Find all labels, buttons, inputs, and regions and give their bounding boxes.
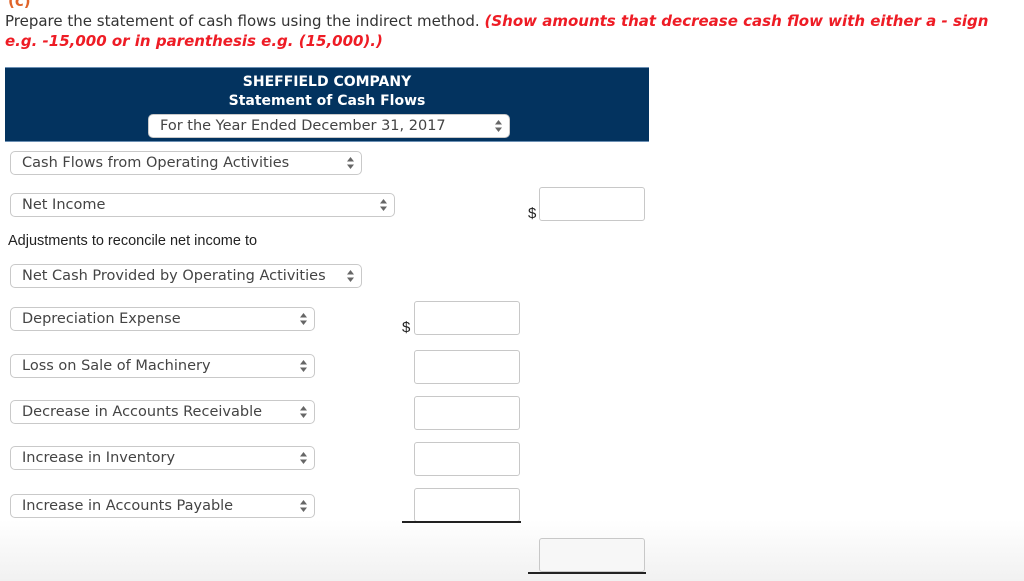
adjustments-select[interactable]: Net Cash Provided by Operating Activitie… xyxy=(10,264,362,288)
net-income-select[interactable]: Net Income xyxy=(10,193,395,217)
adjustment-input-depreciation[interactable] xyxy=(414,301,520,335)
adjustment-select-accounts-payable[interactable]: Increase in Accounts Payable xyxy=(10,494,315,518)
adjustments-label: Adjustments to reconcile net income to xyxy=(8,233,258,249)
net-income-input[interactable] xyxy=(539,187,645,221)
updown-arrows-icon xyxy=(300,451,307,465)
instructions: Prepare the statement of cash flows usin… xyxy=(5,11,1020,51)
section-select-value: Cash Flows from Operating Activities xyxy=(22,155,290,171)
statement-title: Statement of Cash Flows xyxy=(228,93,426,109)
adjustment-select-value: Increase in Inventory xyxy=(22,450,176,466)
section-select[interactable]: Cash Flows from Operating Activities xyxy=(10,151,362,175)
adjustment-select-value: Depreciation Expense xyxy=(22,311,181,327)
total-underline xyxy=(528,572,646,574)
adjustment-select-depreciation[interactable]: Depreciation Expense xyxy=(10,307,315,331)
period-select[interactable]: For the Year Ended December 31, 2017 xyxy=(148,114,510,138)
updown-arrows-icon xyxy=(495,119,502,133)
updown-arrows-icon xyxy=(300,359,307,373)
adjustment-input-accounts-receivable[interactable] xyxy=(414,396,520,430)
net-income-currency: $ xyxy=(528,205,537,222)
company-name: SHEFFIELD COMPANY xyxy=(242,74,412,90)
adjustment-select-value: Increase in Accounts Payable xyxy=(22,498,234,514)
updown-arrows-icon xyxy=(300,499,307,513)
net-income-select-value: Net Income xyxy=(22,197,106,213)
adjustment-select-value: Loss on Sale of Machinery xyxy=(22,358,211,374)
adjustment-input-loss-on-sale[interactable] xyxy=(414,350,520,384)
adjustment-select-accounts-receivable[interactable]: Decrease in Accounts Receivable xyxy=(10,400,315,424)
updown-arrows-icon xyxy=(300,405,307,419)
adjustment-currency: $ xyxy=(402,319,411,336)
instruction-text: Prepare the statement of cash flows usin… xyxy=(5,12,480,30)
updown-arrows-icon xyxy=(347,156,354,170)
updown-arrows-icon xyxy=(380,198,387,212)
clipped-part-label: (c) xyxy=(8,0,31,10)
subtotal-underline xyxy=(402,521,521,523)
adjustments-select-value: Net Cash Provided by Operating Activitie… xyxy=(22,268,326,284)
adjustment-select-loss-on-sale[interactable]: Loss on Sale of Machinery xyxy=(10,354,315,378)
updown-arrows-icon xyxy=(300,312,307,326)
adjustment-select-value: Decrease in Accounts Receivable xyxy=(22,404,263,420)
adjustment-input-inventory[interactable] xyxy=(414,442,520,476)
updown-arrows-icon xyxy=(347,269,354,283)
adjustment-input-accounts-payable[interactable] xyxy=(414,488,520,522)
adjustment-select-inventory[interactable]: Increase in Inventory xyxy=(10,446,315,470)
period-select-value: For the Year Ended December 31, 2017 xyxy=(160,118,446,134)
total-adjustments-input[interactable] xyxy=(539,538,645,572)
